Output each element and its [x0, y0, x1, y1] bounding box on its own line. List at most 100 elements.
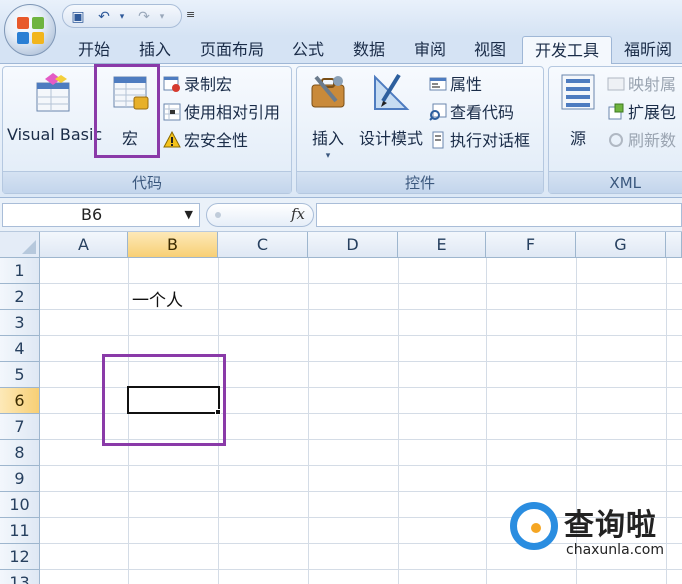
map-properties-button[interactable]: 映射属	[607, 73, 676, 97]
relative-refs-icon	[163, 103, 181, 121]
watermark-icon	[510, 502, 558, 550]
row-header-8[interactable]: 8	[0, 440, 40, 466]
row-header-13[interactable]: 13	[0, 570, 40, 584]
xml-source-icon	[556, 71, 600, 115]
xml-group: 源 映射属 扩展包 刷新数 XML	[548, 66, 682, 194]
design-mode-label: 设计模式	[358, 129, 423, 148]
xml-source-button[interactable]: 源	[555, 71, 601, 149]
tab-home[interactable]: 开始	[64, 36, 124, 64]
gridline	[40, 491, 682, 492]
view-code-icon	[429, 103, 447, 121]
gridline	[398, 258, 399, 584]
row-header-12[interactable]: 12	[0, 544, 40, 570]
xml-source-label: 源	[569, 129, 586, 148]
macro-security-label: 宏安全性	[184, 131, 249, 150]
column-header-a[interactable]: A	[40, 232, 128, 258]
tab-developer[interactable]: 开发工具	[522, 36, 612, 65]
save-icon[interactable]: ▣	[69, 8, 87, 26]
formula-bar: B6 ▼ fx	[0, 198, 682, 232]
visual-basic-icon	[31, 71, 75, 115]
insert-dropdown-icon: ▾	[325, 151, 331, 161]
expansion-packs-button[interactable]: 扩展包	[607, 101, 676, 125]
map-properties-label: 映射属	[628, 75, 677, 94]
cell-b2[interactable]: 一个人	[132, 286, 183, 311]
insert-control-label: 插入	[311, 129, 344, 148]
name-box-value: B6	[81, 205, 103, 224]
cell-highlight-box	[102, 354, 226, 446]
tab-data[interactable]: 数据	[340, 36, 398, 64]
xml-group-label: XML	[549, 171, 682, 193]
controls-group-label: 控件	[297, 171, 543, 193]
office-button[interactable]	[4, 4, 56, 56]
properties-button[interactable]: 属性	[429, 73, 482, 97]
visual-basic-button[interactable]: Visual Basic	[7, 71, 103, 144]
formula-input[interactable]	[316, 203, 682, 227]
undo-dropdown-icon[interactable]: ▾	[113, 8, 131, 26]
run-dialog-icon	[429, 131, 447, 149]
view-code-button[interactable]: 查看代码	[429, 101, 514, 125]
tab-insert[interactable]: 插入	[126, 36, 184, 64]
chevron-down-icon[interactable]: ▼	[185, 204, 193, 226]
run-dialog-button[interactable]: 执行对话框	[429, 129, 530, 153]
select-all-button[interactable]	[0, 232, 40, 258]
column-header-f[interactable]: F	[486, 232, 576, 258]
column-header-d[interactable]: D	[308, 232, 398, 258]
name-box[interactable]: B6 ▼	[2, 203, 200, 227]
fx-pill: fx	[206, 203, 314, 227]
run-dialog-label: 执行对话框	[450, 131, 531, 150]
column-header-h[interactable]	[666, 232, 682, 258]
gridline	[40, 569, 682, 570]
watermark-brand: 查询啦	[564, 508, 657, 543]
visual-basic-label: Visual Basic	[7, 125, 103, 144]
row-header-11[interactable]: 11	[0, 518, 40, 544]
design-mode-icon	[369, 71, 413, 115]
refresh-data-button[interactable]: 刷新数	[607, 129, 676, 153]
row-header-3[interactable]: 3	[0, 310, 40, 336]
row-header-9[interactable]: 9	[0, 466, 40, 492]
tab-foxit-reader[interactable]: 福昕阅读	[616, 36, 682, 87]
insert-control-button[interactable]: 插入 ▾	[301, 71, 355, 161]
gridline	[486, 258, 487, 584]
watermark-logo: 查询啦 chaxunla.com	[510, 498, 680, 568]
row-header-10[interactable]: 10	[0, 492, 40, 518]
record-macro-button[interactable]: 录制宏	[163, 73, 232, 97]
relative-refs-button[interactable]: 使用相对引用	[163, 101, 280, 125]
ribbon-tabs: 开始 插入 页面布局 公式 数据 审阅 视图 开发工具 福昕阅读	[0, 36, 682, 87]
row-header-7[interactable]: 7	[0, 414, 40, 440]
tab-review[interactable]: 审阅	[402, 36, 458, 64]
gridline	[40, 465, 682, 466]
design-mode-button[interactable]: 设计模式	[355, 71, 427, 149]
toolbox-icon	[306, 71, 350, 115]
row-header-5[interactable]: 5	[0, 362, 40, 388]
row-header-1[interactable]: 1	[0, 258, 40, 284]
gridline	[40, 283, 682, 284]
row-header-4[interactable]: 4	[0, 336, 40, 362]
gridline	[308, 258, 309, 584]
undo-icon[interactable]: ↶	[95, 8, 113, 26]
tab-view[interactable]: 视图	[462, 36, 518, 64]
pill-handle-icon[interactable]	[215, 212, 221, 218]
macro-security-button[interactable]: 宏安全性	[163, 129, 248, 153]
refresh-icon	[607, 131, 625, 149]
gridline	[40, 335, 682, 336]
column-header-b[interactable]: B	[128, 232, 218, 258]
watermark-domain: chaxunla.com	[566, 542, 664, 558]
customize-qat-icon[interactable]: ≡	[186, 8, 195, 21]
record-macro-icon	[163, 75, 181, 93]
tab-page-layout[interactable]: 页面布局	[188, 36, 276, 64]
view-code-label: 查看代码	[450, 103, 515, 122]
row-header-2[interactable]: 2	[0, 284, 40, 310]
row-header-6[interactable]: 6	[0, 388, 40, 414]
properties-label: 属性	[450, 75, 483, 94]
redo-dropdown-icon[interactable]: ▾	[153, 8, 171, 26]
map-properties-icon	[607, 75, 625, 93]
code-group-label: 代码	[3, 171, 291, 193]
tab-formulas[interactable]: 公式	[280, 36, 336, 64]
refresh-data-label: 刷新数	[628, 131, 677, 150]
column-header-g[interactable]: G	[576, 232, 666, 258]
column-header-c[interactable]: C	[218, 232, 308, 258]
redo-icon[interactable]: ↷	[135, 8, 153, 26]
column-header-e[interactable]: E	[398, 232, 486, 258]
insert-function-icon[interactable]: fx	[291, 205, 305, 223]
relative-refs-label: 使用相对引用	[184, 103, 281, 122]
